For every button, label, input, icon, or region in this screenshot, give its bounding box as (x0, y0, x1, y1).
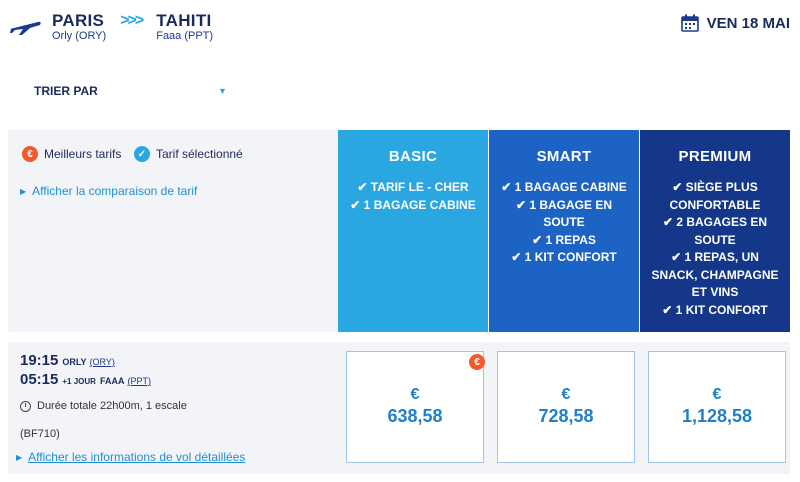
origin: PARIS Orly (ORY) (52, 12, 106, 43)
fare-title: SMART (536, 148, 592, 165)
fare-feature: ✔ 1 BAGAGE CABINE (350, 197, 476, 212)
date-selector[interactable]: VEN 18 MAI (680, 14, 790, 32)
caret-right-icon: ▶ (20, 186, 27, 196)
destination: TAHITI Faaa (PPT) (156, 12, 213, 43)
flight-duration: Durée totale 22h00m, 1 escale (20, 400, 187, 412)
route-arrows-icon: >>> (120, 12, 144, 29)
price-currency: € (712, 386, 722, 403)
best-price-icon: € (469, 354, 485, 370)
fare-feature: ✔ 1 REPAS, UN (671, 250, 759, 264)
fare-feature: SOUTE (543, 215, 585, 229)
destination-airport: Faaa (PPT) (156, 30, 214, 42)
flight-times: 19:15 ORLY (ORY) 05:15 +1 JOUR FAAA (PPT… (20, 352, 151, 390)
fare-features: ✔ SIÈGE PLUS CONFORTABLE ✔ 2 BAGAGES EN … (640, 179, 790, 319)
price-currency: € (410, 386, 420, 403)
departure-code: (ORY) (89, 357, 115, 367)
destination-city: TAHITI (156, 11, 212, 30)
fare-features: ✔ 1 BAGAGE CABINE ✔ 1 BAGAGE EN SOUTE ✔ … (489, 179, 639, 267)
fare-title: BASIC (388, 148, 438, 165)
departure-time: 19:15 (20, 352, 59, 369)
fare-title: PREMIUM (678, 148, 752, 165)
fare-feature: ET VINS (691, 285, 739, 299)
arrival-airport: FAAA (99, 376, 125, 386)
origin-airport: Orly (ORY) (52, 30, 107, 42)
flight-number: (BF710) (20, 428, 60, 440)
fare-column-premium[interactable]: PREMIUM ✔ SIÈGE PLUS CONFORTABLE ✔ 2 BAG… (640, 130, 790, 332)
arrival-time: 05:15 (20, 371, 59, 388)
fare-feature: CONFORTABLE (669, 197, 761, 212)
flight-details-link[interactable]: ▶ Afficher les informations de vol détai… (16, 450, 245, 464)
price-box-smart[interactable]: € 728,58 (497, 351, 635, 463)
chevron-down-icon[interactable]: ▼ (218, 86, 227, 96)
check-icon: ✓ (134, 146, 150, 162)
fare-feature: ✔ 1 KIT CONFORT (511, 250, 617, 264)
arrival-code: (PPT) (127, 376, 151, 386)
departure-airport: ORLY (62, 357, 87, 367)
fare-feature: SOUTE (694, 232, 736, 247)
fare-feature: ✔ TARIF LE - CHER (357, 180, 469, 194)
price-currency: € (561, 386, 571, 403)
price-box-premium[interactable]: € 1,128,58 (648, 351, 786, 463)
calendar-icon (680, 14, 699, 32)
fare-feature: ✔ SIÈGE PLUS (672, 180, 758, 194)
legend-best: € Meilleurs tarifs (22, 146, 121, 162)
fare-feature: ✔ 1 REPAS (532, 232, 596, 247)
fare-features: ✔ TARIF LE - CHER ✔ 1 BAGAGE CABINE (338, 179, 488, 214)
fare-feature: ✔ 1 BAGAGE CABINE (501, 180, 627, 194)
price-amount: 1,128,58 (681, 406, 753, 426)
price-amount: 638,58 (387, 406, 443, 426)
fare-column-basic[interactable]: BASIC ✔ TARIF LE - CHER ✔ 1 BAGAGE CABIN… (338, 130, 488, 332)
compare-fares-label: Afficher la comparaison de tarif (32, 184, 198, 198)
sort-dropdown[interactable]: TRIER PAR (34, 84, 98, 98)
caret-right-icon: ▶ (16, 452, 23, 462)
fare-legend-panel: € Meilleurs tarifs ✓ Tarif sélectionné ▶… (8, 130, 338, 332)
flight-details-label: Afficher les informations de vol détaill… (28, 450, 246, 464)
fare-feature: SNACK, CHAMPAGNE (651, 267, 779, 282)
legend-selected-label: Tarif sélectionné (156, 147, 243, 161)
legend-best-label: Meilleurs tarifs (44, 147, 122, 161)
fare-feature: ✔ 1 KIT CONFORT (662, 302, 768, 317)
legend-selected: ✓ Tarif sélectionné (134, 146, 243, 162)
date-label: VEN 18 MAI (706, 14, 790, 32)
best-price-icon: € (22, 146, 38, 162)
fare-feature: ✔ 1 BAGAGE EN (515, 197, 613, 212)
price-box-basic[interactable]: € € 638,58 (346, 351, 485, 463)
departure-row: 19:15 ORLY (ORY) (20, 352, 151, 369)
duration-text: Durée totale 22h00m, 1 escale (37, 400, 187, 412)
clock-icon (20, 400, 31, 412)
fare-feature: ✔ 2 BAGAGES EN (662, 215, 768, 229)
plus-day-badge: +1 JOUR (62, 377, 96, 386)
origin-city: PARIS (52, 11, 105, 30)
fare-column-smart[interactable]: SMART ✔ 1 BAGAGE CABINE ✔ 1 BAGAGE EN SO… (489, 130, 639, 332)
arrival-row: 05:15 +1 JOUR FAAA (PPT) (20, 371, 151, 388)
price-amount: 728,58 (538, 406, 594, 426)
flight-row: 19:15 ORLY (ORY) 05:15 +1 JOUR FAAA (PPT… (8, 342, 790, 474)
route-header: PARIS Orly (ORY) >>> TAHITI Faaa (PPT) (8, 12, 213, 43)
compare-fares-link[interactable]: ▶ Afficher la comparaison de tarif (20, 184, 197, 198)
plane-icon (10, 21, 41, 35)
